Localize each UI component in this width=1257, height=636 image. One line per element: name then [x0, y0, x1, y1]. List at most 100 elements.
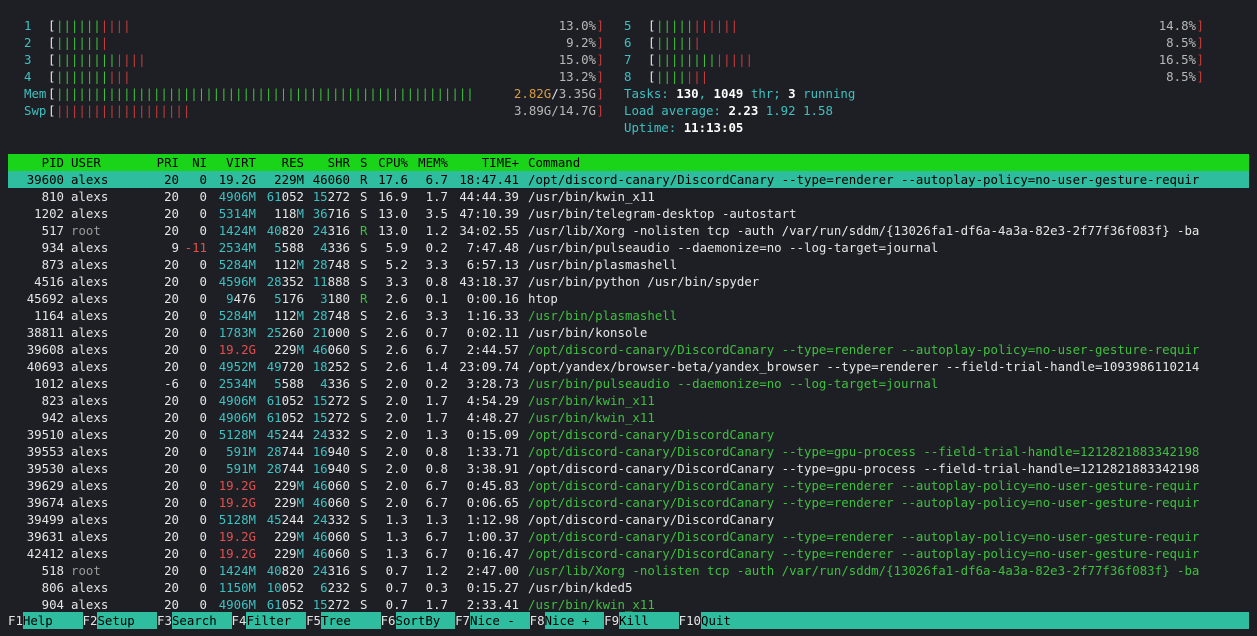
process-row[interactable]: 39631 alexs 20 0 19.2G 229M 46060 S 1.3 6.7 1:00.3… [8, 528, 1249, 545]
swap-bar-fill: |||||||||||||||||| [56, 103, 191, 118]
process-row[interactable]: 38811 alexs 20 0 1783M 25260 21000 S 2.6 0.7 0:02.… [8, 324, 1249, 341]
proc-user: alexs [71, 393, 109, 408]
process-row[interactable]: 1012 alexs -6 0 2534M 5588 4336 S 2.0 0.2 3:28.73 /… [8, 375, 1249, 392]
swap-meter: Swp [ |||||||||||||||||| 3.89G/14.7G ] [24, 102, 604, 119]
proc-cpu: 2.0 [385, 427, 408, 442]
proc-pri: 20 [164, 274, 179, 289]
process-row[interactable]: 517 root 20 0 1424M 40820 24316 R 13.0 1.2 34:02.5… [8, 222, 1249, 239]
cpu-bar: [|||||||||||| 15.0%] [48, 52, 604, 67]
fkey-f6[interactable]: F6 [381, 612, 396, 629]
proc-s: S [360, 240, 368, 255]
process-row[interactable]: 518 root 20 0 1424M 40820 24316 S 0.7 1.2 2:47.00 /… [8, 562, 1249, 579]
col-virt[interactable]: VIRT [208, 154, 256, 171]
fkey-label-tree[interactable]: Tree [320, 612, 381, 629]
process-row[interactable]: 904 alexs 20 0 4906M 61052 15272 S 0.7 1.7 2:33.41… [8, 596, 1249, 613]
process-row[interactable]: 806 alexs 20 0 1150M 10052 6232 S 0.7 0.3 0:15.27 /… [8, 579, 1249, 596]
cpu-meters-right: 5[||||||||||| 14.8%] 6[|||||| 8.5%] 7[||||||… [624, 17, 1204, 85]
proc-s: S [360, 189, 368, 204]
fkey-label-nice[interactable]: Nice + [544, 612, 605, 629]
process-row[interactable]: 823 alexs 20 0 4906M 61052 15272 S 2.0 1.7 4:54.29… [8, 392, 1249, 409]
proc-user: alexs [71, 427, 109, 442]
process-row[interactable]: 39510 alexs 20 0 5128M 45244 24332 S 2.0 1.3 0:15.… [8, 426, 1249, 443]
fkey-f2[interactable]: F2 [83, 612, 98, 629]
fkey-label-quit[interactable]: Quit [701, 612, 1249, 629]
process-row[interactable]: 39499 alexs 20 0 5128M 45244 24332 S 1.3 1.3 1:12.… [8, 511, 1249, 528]
process-list[interactable]: 39600 alexs 20 0 19.2G 229M 46060 R 17.6 6.7 18:47… [8, 171, 1249, 613]
proc-mem: 0.3 [425, 580, 448, 595]
fkey-f1[interactable]: F1 [8, 612, 23, 629]
fkey-label-filter[interactable]: Filter [246, 612, 307, 629]
proc-time: 0:15.09 [466, 427, 519, 442]
process-table-header[interactable]: PID USER PRI NI VIRT RES SHR S CPU% MEM%… [8, 154, 1249, 171]
proc-cmd: /opt/discord-canary/DiscordCanary --type… [528, 546, 1200, 561]
cpu-meter-7: 7[||||||||||||| 16.5%] [624, 51, 1204, 68]
cpu-bar: [||||||||||||| 16.5%] [648, 52, 1204, 67]
process-row[interactable]: 39530 alexs 20 0 591M 28744 16940 S 2.0 0.8 3:38.9… [8, 460, 1249, 477]
proc-cpu: 2.0 [385, 495, 408, 510]
proc-virt: 4906M [218, 410, 256, 425]
fkey-f3[interactable]: F3 [157, 612, 172, 629]
col-pri[interactable]: PRI [143, 154, 179, 171]
proc-virt: 9476 [226, 291, 256, 306]
proc-res: 10052 [266, 580, 304, 595]
proc-user: alexs [71, 342, 109, 357]
fkey-f5[interactable]: F5 [306, 612, 321, 629]
process-row[interactable]: 1202 alexs 20 0 5314M 118M 36716 S 13.0 3.5 47:10.… [8, 205, 1249, 222]
process-row[interactable]: 942 alexs 20 0 4906M 61052 15272 S 2.0 1.7 4:48.27… [8, 409, 1249, 426]
fkey-label-help[interactable]: Help [22, 612, 83, 629]
process-row[interactable]: 4516 alexs 20 0 4596M 28352 11888 S 3.3 0.8 43:18.… [8, 273, 1249, 290]
proc-shr: 46060 [312, 172, 350, 187]
col-pid[interactable]: PID [8, 154, 64, 171]
col-state[interactable]: S [360, 154, 367, 171]
process-row[interactable]: 39553 alexs 20 0 591M 28744 16940 S 2.0 0.8 1:33.7… [8, 443, 1249, 460]
proc-shr: 28748 [312, 257, 350, 272]
process-row[interactable]: 810 alexs 20 0 4906M 61052 15272 S 16.9 1.7 44:44.… [8, 188, 1249, 205]
fkey-label-sortby[interactable]: SortBy [395, 612, 456, 629]
process-row[interactable]: 45692 alexs 20 0 9476 5176 3180 R 2.6 0.1 0:00.16 h… [8, 290, 1249, 307]
fkey-label-kill[interactable]: Kill [619, 612, 679, 629]
col-command[interactable]: Command [528, 154, 1249, 171]
fkey-label-setup[interactable]: Setup [97, 612, 158, 629]
process-row[interactable]: 39629 alexs 20 0 19.2G 229M 46060 S 2.0 6.7 0:45.8… [8, 477, 1249, 494]
cpu-bar: [|||||||||| 13.2%] [48, 69, 604, 84]
fkey-f8[interactable]: F8 [530, 612, 545, 629]
proc-user: alexs [71, 444, 109, 459]
fkey-label-search[interactable]: Search [171, 612, 232, 629]
proc-shr: 15272 [312, 393, 350, 408]
process-row[interactable]: 40693 alexs 20 0 4952M 49720 18252 S 2.6 1.4 23:09… [8, 358, 1249, 375]
process-row[interactable]: 42412 alexs 20 0 19.2G 229M 46060 S 1.3 6.7 0:16.4… [8, 545, 1249, 562]
col-mem[interactable]: MEM% [416, 154, 448, 171]
proc-cmd: /usr/bin/kded5 [528, 580, 633, 595]
proc-res: 229M [274, 478, 304, 493]
proc-cpu: 2.0 [385, 461, 408, 476]
col-cpu[interactable]: CPU% [372, 154, 408, 171]
proc-mem: 6.7 [425, 546, 448, 561]
fkey-label-nice[interactable]: Nice - [470, 612, 530, 629]
process-row[interactable]: 39608 alexs 20 0 19.2G 229M 46060 S 2.6 6.7 2:44.5… [8, 341, 1249, 358]
proc-pri: 20 [164, 444, 179, 459]
col-user[interactable]: USER [71, 154, 101, 171]
fkey-f10[interactable]: F10 [679, 612, 701, 629]
proc-cmd: /usr/bin/kwin_x11 [528, 410, 655, 425]
process-row[interactable]: 1164 alexs 20 0 5284M 112M 28748 S 2.6 3.3 1:16.33… [8, 307, 1249, 324]
proc-pri: 20 [164, 410, 179, 425]
process-row[interactable]: 873 alexs 20 0 5284M 112M 28748 S 5.2 3.3 6:57.13 /… [8, 256, 1249, 273]
proc-ni: 0 [199, 495, 207, 510]
process-row[interactable]: 934 alexs 9 -11 2534M 5588 4336 S 5.9 0.2 7:47.48 /… [8, 239, 1249, 256]
cpu-percent: 8.5% [1166, 35, 1196, 50]
col-res[interactable]: RES [260, 154, 304, 171]
proc-cpu: 2.0 [385, 376, 408, 391]
fkey-f4[interactable]: F4 [232, 612, 247, 629]
col-ni[interactable]: NI [183, 154, 207, 171]
proc-res: 112M [274, 257, 304, 272]
fkey-f7[interactable]: F7 [455, 612, 470, 629]
proc-pid: 1202 [34, 206, 64, 221]
selected-process-row[interactable]: 39600 alexs 20 0 19.2G 229M 46060 R 17.6 6.7 18:47… [8, 171, 1249, 188]
col-shr[interactable]: SHR [306, 154, 350, 171]
mem-bar: [ ||||||||||||||||||||||||||||||||||||||… [48, 86, 604, 101]
fkey-f9[interactable]: F9 [604, 612, 619, 629]
cpu-label: 5 [624, 18, 632, 33]
proc-time: 0:00.16 [466, 291, 519, 306]
col-time[interactable]: TIME+ [453, 154, 519, 171]
process-row[interactable]: 39674 alexs 20 0 19.2G 229M 46060 S 2.0 6.7 0:06.6… [8, 494, 1249, 511]
